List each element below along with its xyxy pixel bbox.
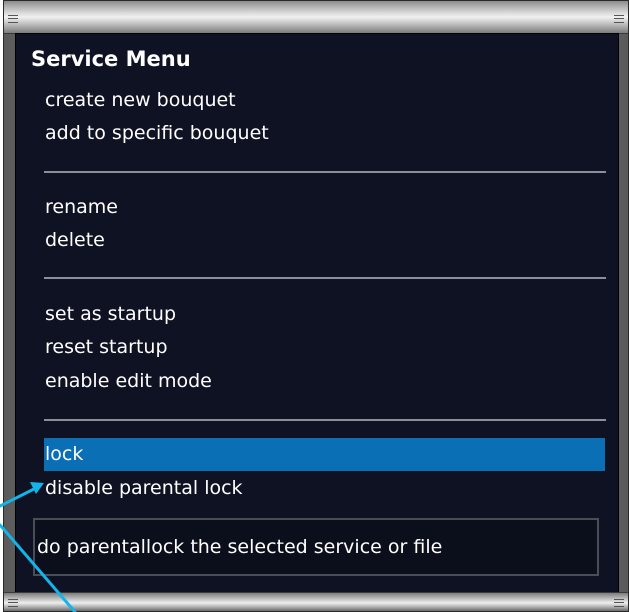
- help-text-box: do parentallock the selected service or …: [33, 518, 599, 576]
- menu-separator: [44, 419, 606, 421]
- menu-item-add-to-specific-bouquet[interactable]: add to specific bouquet: [44, 117, 605, 150]
- menu-item-reset-startup[interactable]: reset startup: [44, 331, 605, 364]
- window-frame: Service Menu create new bouquet add to s…: [3, 0, 629, 612]
- menu-title: Service Menu: [31, 47, 191, 71]
- menu-item-rename[interactable]: rename: [44, 191, 605, 224]
- menu-separator: [44, 277, 606, 279]
- menu-item-delete[interactable]: delete: [44, 224, 605, 257]
- grip-icon: [614, 599, 624, 607]
- service-menu-panel: Service Menu create new bouquet add to s…: [15, 33, 619, 594]
- menu-item-set-as-startup[interactable]: set as startup: [44, 298, 605, 331]
- grip-icon: [614, 15, 624, 23]
- grip-icon: [8, 15, 18, 23]
- window-bottom-bar: [4, 592, 628, 611]
- window-top-bar: [4, 1, 628, 34]
- menu-item-lock[interactable]: lock: [44, 438, 605, 471]
- help-text: do parentallock the selected service or …: [37, 536, 443, 558]
- menu-item-disable-parental-lock[interactable]: disable parental lock: [44, 472, 605, 505]
- menu-separator: [44, 171, 606, 173]
- grip-icon: [8, 599, 18, 607]
- menu-item-create-new-bouquet[interactable]: create new bouquet: [44, 84, 605, 117]
- menu-item-enable-edit-mode[interactable]: enable edit mode: [44, 365, 605, 398]
